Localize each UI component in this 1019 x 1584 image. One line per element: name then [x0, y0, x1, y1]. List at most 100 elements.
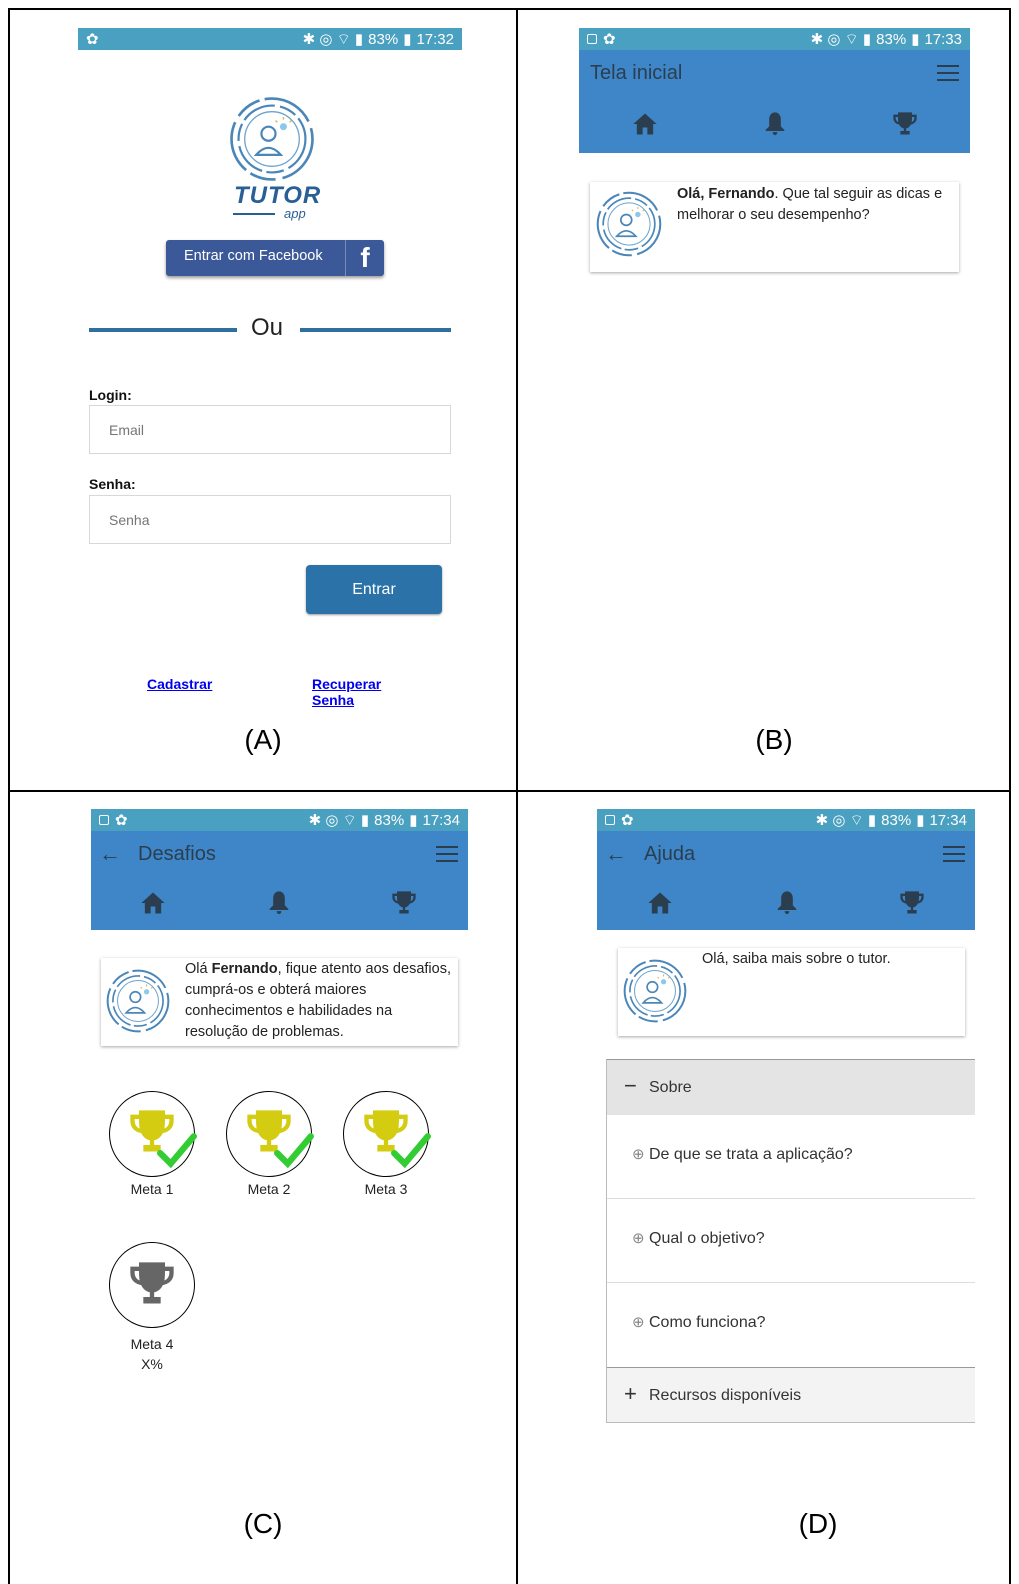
frame-divider-horizontal [8, 790, 1011, 792]
password-input[interactable] [107, 510, 450, 529]
app-bar: Tela inicial [579, 50, 970, 153]
clock: 17:32 [416, 30, 454, 48]
clock: 17:34 [929, 811, 967, 829]
notification-icon: ✿ [621, 812, 634, 829]
accordion-item-label: Como funciona? [649, 1314, 766, 1331]
accordion-left-border [606, 1059, 607, 1423]
status-bar: ✿ ✱ ◎ ⌔ ▮ 83% ▮ 17:34 [597, 809, 975, 831]
goal-label: Meta 3 [364, 1181, 408, 1197]
battery-level: 83% [374, 811, 405, 829]
home-icon[interactable] [631, 110, 659, 138]
goal-label: Meta 4 [130, 1336, 174, 1352]
frame-border-top [8, 8, 1011, 10]
page-title: Desafios [138, 843, 216, 865]
accordion-item-label: Qual o objetivo? [649, 1230, 765, 1247]
status-bar: ✿ ✱ ◎ ⌔ ▮ 83% ▮ 17:34 [91, 809, 468, 831]
facebook-login-button[interactable]: Entrar com Facebook f [166, 240, 384, 276]
panel-caption: (A) [244, 724, 282, 755]
accordion-item[interactable]: ⊕ Como funciona? [607, 1283, 975, 1367]
page-title: Ajuda [644, 843, 696, 865]
panel-caption: (C) [243, 1508, 283, 1539]
status-bar: ✿ ✱ ◎ ⌔ ▮ 83% ▮ 17:33 [579, 28, 970, 50]
menu-icon[interactable] [937, 65, 959, 81]
signal-icons: ✱ ◎ ⌔ ▮ [810, 30, 872, 48]
divider-right [300, 328, 451, 332]
battery-icon: ▮ [403, 31, 412, 48]
bell-icon[interactable] [265, 889, 293, 917]
clock: 17:33 [924, 30, 962, 48]
battery-icon: ▮ [916, 812, 925, 829]
accordion-item[interactable]: ⊕ De que se trata a aplicação? [607, 1115, 975, 1199]
trophy-icon[interactable] [390, 889, 418, 917]
bell-icon[interactable] [761, 110, 789, 138]
trophy-icon[interactable] [891, 110, 919, 138]
email-field[interactable] [89, 405, 451, 454]
password-label: Senha: [89, 476, 136, 492]
divider-text: Ou [251, 314, 284, 341]
back-arrow-icon[interactable]: ← [99, 841, 121, 867]
logo-underline [233, 213, 275, 215]
email-input[interactable] [107, 420, 450, 439]
goal-badge[interactable] [343, 1091, 429, 1177]
login-label: Login: [89, 387, 132, 403]
facebook-button-label: Entrar com Facebook [184, 248, 323, 264]
notification-icon: ✿ [603, 31, 616, 48]
tutor-logo-icon [622, 958, 688, 1024]
password-field[interactable] [89, 495, 451, 544]
bell-icon[interactable] [773, 889, 801, 917]
recover-password-link[interactable]: Recuperar Senha [312, 676, 381, 708]
register-link[interactable]: Cadastrar [147, 676, 212, 692]
frame-border-left [8, 8, 10, 1584]
greeting-card: Olá, saiba mais sobre o tutor. [618, 948, 965, 1036]
greeting-name: Fernando [211, 961, 278, 977]
frame-border-right [1009, 8, 1011, 1584]
greeting-text: Olá, Fernando. Que tal seguir as dicas e… [677, 184, 953, 226]
signal-icons: ✱ ◎ ⌔ ▮ [308, 811, 370, 829]
battery-level: 83% [876, 30, 907, 48]
goal-badge[interactable] [226, 1091, 312, 1177]
logo-text: TUTOR [234, 182, 322, 209]
accordion-header-recursos[interactable]: + Recursos disponíveis [607, 1367, 975, 1423]
divider-left [89, 328, 237, 332]
plus-circle-icon: ⊕ [632, 1314, 645, 1331]
logo-subtext: app [284, 206, 306, 221]
accordion-item[interactable]: ⊕ Qual o objetivo? [607, 1199, 975, 1283]
facebook-icon: f [345, 240, 384, 276]
battery-level: 83% [881, 811, 912, 829]
goal-label: Meta 1 [130, 1181, 174, 1197]
gallery-icon [587, 34, 597, 44]
back-arrow-icon[interactable]: ← [605, 841, 627, 867]
tutor-logo-icon [595, 190, 663, 258]
greeting-text: Olá, saiba mais sobre o tutor. [702, 951, 891, 967]
trophy-icon [126, 1255, 178, 1313]
gallery-icon [99, 815, 109, 825]
tutor-logo-icon [105, 968, 171, 1034]
accordion-header-sobre[interactable]: − Sobre [607, 1059, 975, 1115]
home-icon[interactable] [139, 889, 167, 917]
goal-badge[interactable] [109, 1242, 195, 1328]
plus-circle-icon: ⊕ [632, 1146, 645, 1163]
goal-badge[interactable] [109, 1091, 195, 1177]
greeting-name: Olá, Fernando [677, 186, 775, 202]
notification-icon: ✿ [86, 31, 99, 48]
menu-icon[interactable] [943, 846, 965, 862]
check-icon [273, 1130, 315, 1172]
greeting-text: Olá Fernando, fique atento aos desafios,… [185, 959, 453, 1043]
panel-caption: (D) [798, 1508, 838, 1539]
home-icon[interactable] [646, 889, 674, 917]
panel-caption: (B) [755, 724, 793, 755]
status-bar: ✿ ✱ ◎ ⌔ ▮ 83% ▮ 17:32 [78, 28, 462, 50]
battery-icon: ▮ [911, 31, 920, 48]
login-submit-button[interactable]: Entrar [306, 565, 442, 614]
app-bar: ← Ajuda [597, 831, 975, 930]
greeting-card: Olá Fernando, fique atento aos desafios,… [101, 958, 458, 1046]
trophy-icon[interactable] [898, 889, 926, 917]
accordion-item-label: De que se trata a aplicação? [649, 1146, 853, 1163]
gallery-icon [605, 815, 615, 825]
page-title: Tela inicial [590, 62, 683, 84]
greeting-card: Olá, Fernando. Que tal seguir as dicas e… [590, 182, 959, 272]
plus-circle-icon: ⊕ [632, 1230, 645, 1247]
tutor-logo-icon [228, 95, 316, 183]
accordion-title: Sobre [649, 1079, 692, 1096]
menu-icon[interactable] [436, 846, 458, 862]
